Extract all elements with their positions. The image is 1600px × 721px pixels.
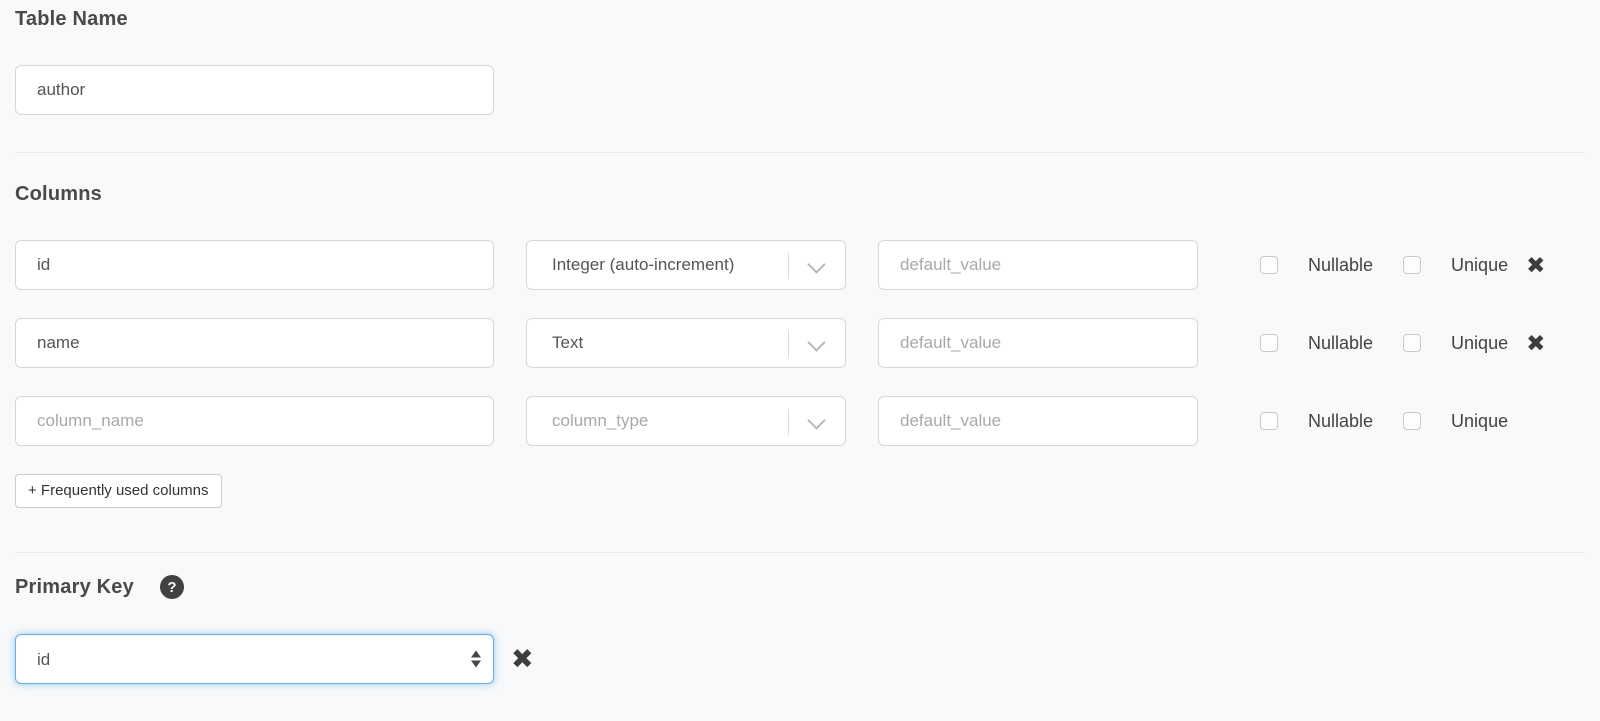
remove-column-icon[interactable]: ✖ (1526, 332, 1545, 355)
unique-label: Unique (1451, 411, 1508, 432)
primary-key-row: id ✖ (15, 634, 1585, 684)
section-divider (15, 152, 1585, 153)
dropdown-separator (788, 409, 789, 435)
column-type-dropdown[interactable]: Integer (auto-increment) (526, 240, 846, 290)
column-type-placeholder: column_type (552, 411, 648, 431)
columns-list: Integer (auto-increment) Nullable Unique… (15, 240, 1585, 446)
columns-heading: Columns (15, 183, 1585, 206)
unique-label: Unique (1451, 255, 1508, 276)
table-name-input[interactable] (15, 65, 494, 115)
unique-checkbox[interactable] (1403, 412, 1421, 430)
column-row-id: Integer (auto-increment) Nullable Unique… (15, 240, 1585, 290)
default-value-input[interactable] (878, 318, 1198, 368)
nullable-label: Nullable (1308, 333, 1373, 354)
column-type-dropdown[interactable]: Text (526, 318, 846, 368)
default-value-input[interactable] (878, 240, 1198, 290)
frequently-used-columns-button[interactable]: + Frequently used columns (15, 474, 222, 508)
column-name-input[interactable] (15, 396, 494, 446)
remove-column-icon[interactable]: ✖ (1526, 254, 1545, 277)
unique-checkbox[interactable] (1403, 256, 1421, 274)
nullable-label: Nullable (1308, 255, 1373, 276)
help-icon[interactable]: ? (160, 575, 184, 599)
dropdown-separator (788, 253, 789, 279)
column-type-value: Integer (auto-increment) (552, 255, 734, 275)
column-name-input[interactable] (15, 318, 494, 368)
chevron-down-icon (807, 333, 825, 351)
primary-key-select[interactable]: id (15, 634, 494, 684)
unique-checkbox[interactable] (1403, 334, 1421, 352)
chevron-down-icon (807, 411, 825, 429)
create-table-form: Table Name Columns Integer (auto-increme… (0, 0, 1600, 684)
primary-key-select-wrap: id (15, 634, 494, 684)
primary-key-header: Primary Key ? (15, 575, 1585, 599)
column-row-name: Text Nullable Unique ✖ (15, 318, 1585, 368)
column-name-input[interactable] (15, 240, 494, 290)
column-type-dropdown[interactable]: column_type (526, 396, 846, 446)
chevron-down-icon (807, 255, 825, 273)
section-divider (15, 552, 1585, 553)
column-type-value: Text (552, 333, 583, 353)
remove-primary-key-icon[interactable]: ✖ (511, 646, 534, 673)
primary-key-heading: Primary Key (15, 576, 134, 599)
nullable-checkbox[interactable] (1260, 334, 1278, 352)
nullable-label: Nullable (1308, 411, 1373, 432)
dropdown-separator (788, 331, 789, 357)
nullable-checkbox[interactable] (1260, 256, 1278, 274)
nullable-checkbox[interactable] (1260, 412, 1278, 430)
default-value-input[interactable] (878, 396, 1198, 446)
unique-label: Unique (1451, 333, 1508, 354)
table-name-heading: Table Name (15, 0, 1585, 31)
column-row-new: column_type Nullable Unique (15, 396, 1585, 446)
